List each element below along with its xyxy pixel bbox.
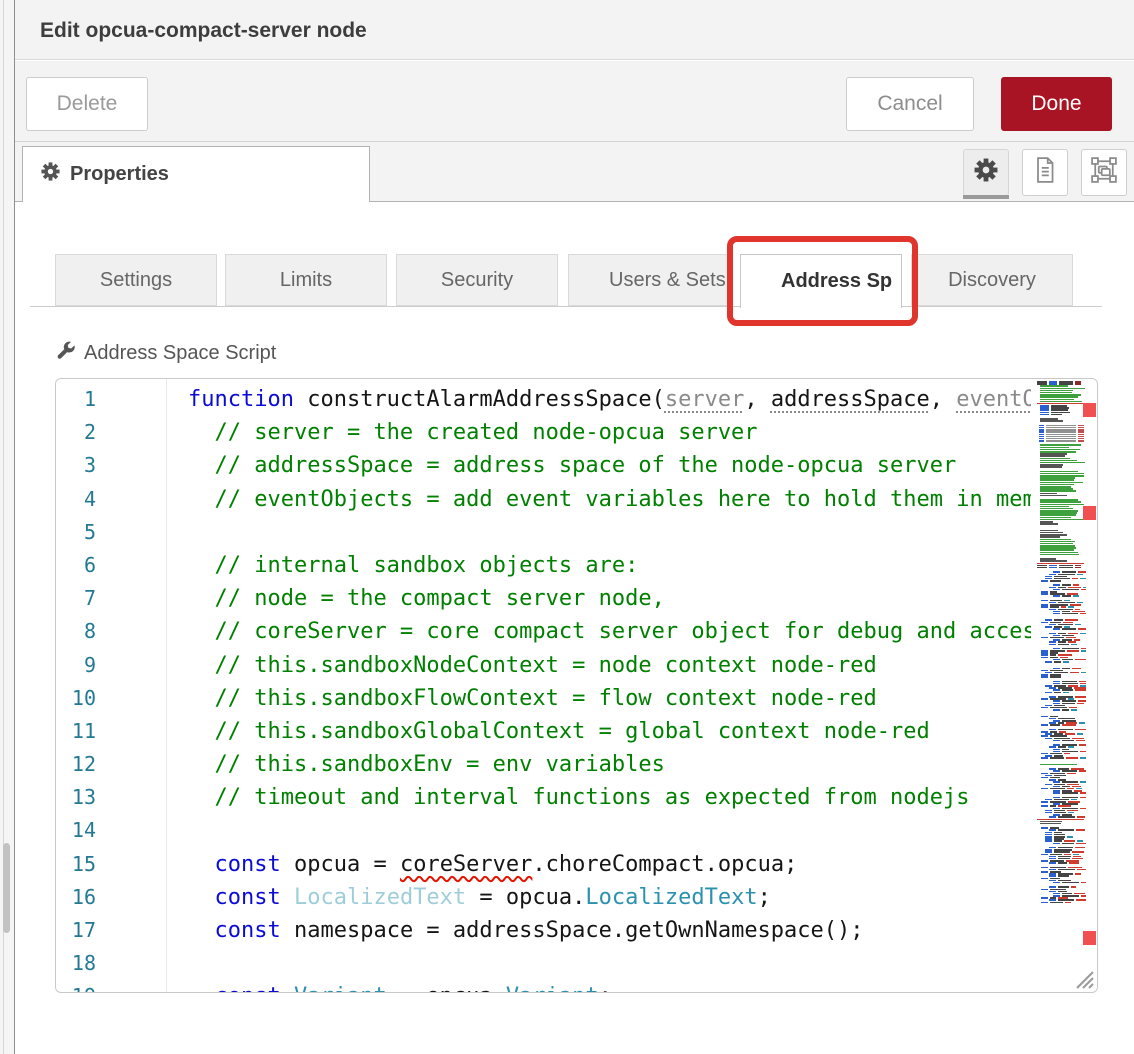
line-number: 1	[56, 383, 96, 416]
page-left-strip	[0, 0, 15, 1054]
line-number: 13	[56, 781, 96, 814]
line-number: 10	[56, 682, 96, 715]
code-line[interactable]: 2 // server = the created node-opcua ser…	[56, 416, 1031, 449]
section-label-text: Address Space Script	[84, 342, 276, 365]
code-line[interactable]: 13 // timeout and interval functions as …	[56, 781, 1031, 814]
code-line[interactable]: 19 const Variant = opcua.Variant;	[56, 980, 1031, 993]
tab-properties[interactable]: Properties	[22, 146, 370, 202]
line-number: 6	[56, 549, 96, 582]
gear-icon	[974, 158, 998, 187]
code-line[interactable]: 7 // node = the compact server node,	[56, 582, 1031, 615]
tab-limits[interactable]: Limits	[225, 254, 387, 306]
error-marker	[1083, 931, 1096, 945]
error-marker	[1083, 506, 1096, 520]
tab-settings[interactable]: Settings	[55, 254, 217, 306]
dialog-title: Edit opcua-compact-server node	[40, 0, 367, 60]
delete-button[interactable]: Delete	[26, 77, 148, 131]
code-line[interactable]: 3 // addressSpace = address space of the…	[56, 449, 1031, 482]
code-line[interactable]: 4 // eventObjects = add event variables …	[56, 483, 1031, 516]
line-number: 15	[56, 848, 96, 881]
error-marker	[1083, 403, 1096, 417]
code-line[interactable]: 14	[56, 814, 1031, 847]
code-line[interactable]: 18	[56, 947, 1031, 980]
section-label: Address Space Script	[55, 340, 276, 367]
line-number: 4	[56, 483, 96, 516]
document-icon	[1032, 156, 1058, 189]
tab-users-and-sets[interactable]: Users & Sets	[568, 254, 730, 306]
gear-icon	[41, 162, 60, 187]
line-number: 11	[56, 715, 96, 748]
tab-security[interactable]: Security	[396, 254, 558, 306]
line-number: 14	[56, 814, 96, 847]
tab-address-space[interactable]: Address Sp	[740, 254, 902, 308]
line-number: 7	[56, 582, 96, 615]
appearance-icon	[1090, 156, 1118, 189]
editor-minimap[interactable]	[1033, 381, 1086, 921]
code-line[interactable]: 10 // this.sandboxFlowContext = flow con…	[56, 682, 1031, 715]
appearance-pane-button[interactable]	[1081, 149, 1127, 196]
line-number: 17	[56, 914, 96, 947]
line-number: 2	[56, 416, 96, 449]
line-number: 18	[56, 947, 96, 980]
code-line[interactable]: 8 // coreServer = core compact server ob…	[56, 615, 1031, 648]
code-line[interactable]: 12 // this.sandboxEnv = env variables	[56, 748, 1031, 781]
line-number: 16	[56, 881, 96, 914]
tray-header: Edit opcua-compact-server node	[15, 0, 1134, 60]
code-line[interactable]: 15 const opcua = coreServer.choreCompact…	[56, 848, 1031, 881]
editor-resize-grip[interactable]	[1072, 967, 1094, 989]
tab-properties-label: Properties	[70, 163, 169, 186]
line-number: 9	[56, 649, 96, 682]
cancel-button[interactable]: Cancel	[846, 77, 974, 131]
properties-pane-button[interactable]	[963, 149, 1009, 196]
line-number: 8	[56, 615, 96, 648]
tray-toolbar: Delete Cancel Done	[15, 61, 1134, 142]
code-lines: 1function constructAlarmAddressSpace(ser…	[56, 383, 1031, 993]
code-line[interactable]: 11 // this.sandboxGlobalContext = global…	[56, 715, 1031, 748]
tray-tab-row: Properties	[15, 142, 1134, 202]
code-line[interactable]: 9 // this.sandboxNodeContext = node cont…	[56, 649, 1031, 682]
code-editor[interactable]: 1function constructAlarmAddressSpace(ser…	[55, 378, 1098, 993]
code-line[interactable]: 6 // internal sandbox objects are:	[56, 549, 1031, 582]
code-line[interactable]: 17 const namespace = addressSpace.getOwn…	[56, 914, 1031, 947]
tab-discovery[interactable]: Discovery	[911, 254, 1073, 306]
config-tabstrip: Settings Limits Security Users & Sets Ad…	[30, 254, 1102, 307]
code-line[interactable]: 16 const LocalizedText = opcua.Localized…	[56, 881, 1031, 914]
line-number: 19	[56, 980, 96, 993]
description-pane-button[interactable]	[1022, 149, 1068, 196]
vertical-scrollbar-thumb[interactable]	[3, 843, 10, 933]
code-line[interactable]: 1function constructAlarmAddressSpace(ser…	[56, 383, 1031, 416]
line-number: 3	[56, 449, 96, 482]
line-number: 12	[56, 748, 96, 781]
wrench-icon	[55, 340, 76, 367]
code-line[interactable]: 5	[56, 516, 1031, 549]
done-button[interactable]: Done	[1001, 77, 1112, 131]
line-number: 5	[56, 516, 96, 549]
